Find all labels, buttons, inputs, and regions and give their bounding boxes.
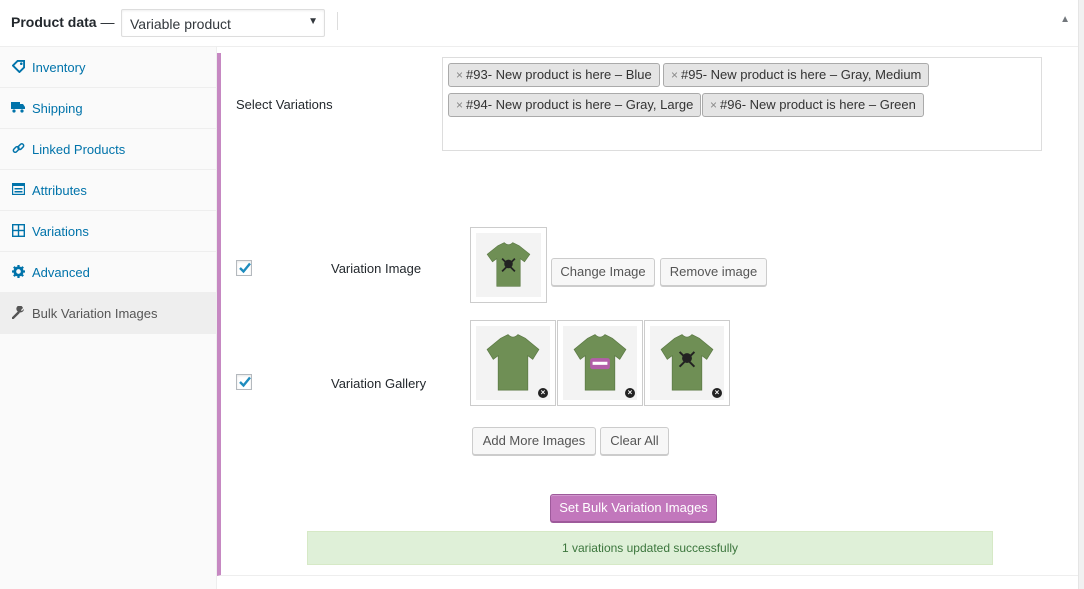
remove-image-button[interactable]: Remove image xyxy=(660,258,767,286)
variation-chip[interactable]: × #94- New product is here – Gray, Large xyxy=(448,93,702,117)
grid-icon xyxy=(11,223,25,237)
product-type-value: Variable product xyxy=(130,16,231,32)
remove-gallery-image-icon[interactable]: × xyxy=(538,388,548,398)
variation-image-preview xyxy=(470,227,547,303)
variations-multiselect[interactable]: × #93- New product is here – Blue × #95- N… xyxy=(442,57,1042,151)
tab-linked-products[interactable]: Linked Products xyxy=(0,129,216,170)
set-bulk-variation-images-button[interactable]: Set Bulk Variation Images xyxy=(550,494,717,522)
tshirt-woo-image: × xyxy=(563,326,637,400)
variation-image-label: Variation Image xyxy=(331,261,422,276)
product-data-tabs: Inventory Shipping Linked Products Attri… xyxy=(0,47,217,589)
chip-remove-icon[interactable]: × xyxy=(456,98,463,112)
variation-chip[interactable]: × #96- New product is here – Green xyxy=(702,93,924,117)
change-image-button[interactable]: Change Image xyxy=(551,258,655,286)
tab-advanced[interactable]: Advanced xyxy=(0,252,216,293)
wrench-icon xyxy=(11,305,25,319)
gallery-image[interactable]: × xyxy=(470,320,556,406)
product-data-title: Product data — xyxy=(11,14,115,30)
tab-variations[interactable]: Variations xyxy=(0,211,216,252)
variation-gallery-checkbox[interactable] xyxy=(236,374,252,390)
variation-gallery-label: Variation Gallery xyxy=(331,376,427,391)
tshirt-skull-image: × xyxy=(650,326,724,400)
variation-chip[interactable]: × #95- New product is here – Gray, Medium xyxy=(663,63,930,87)
tag-icon xyxy=(11,59,25,73)
gallery-image[interactable]: × xyxy=(557,320,643,406)
product-type-select[interactable]: Variable product ▼ xyxy=(121,9,325,37)
clear-all-button[interactable]: Clear All xyxy=(600,427,669,455)
truck-icon xyxy=(11,100,25,114)
tshirt-skull-image xyxy=(476,233,541,297)
gear-icon xyxy=(11,264,25,278)
chevron-down-icon: ▼ xyxy=(308,16,318,27)
add-more-images-button[interactable]: Add More Images xyxy=(472,427,596,455)
remove-gallery-image-icon[interactable]: × xyxy=(625,388,635,398)
bulk-variation-images-panel: Select Variations × #93- New product is h… xyxy=(217,53,1078,576)
chip-remove-icon[interactable]: × xyxy=(456,68,463,82)
variation-image-checkbox[interactable] xyxy=(236,260,252,276)
select-variations-label: Select Variations xyxy=(236,97,333,112)
tab-attributes[interactable]: Attributes xyxy=(0,170,216,211)
gallery-image[interactable]: × xyxy=(644,320,730,406)
link-icon xyxy=(11,141,25,155)
success-notice: 1 variations updated successfully xyxy=(307,531,993,565)
list-icon xyxy=(11,182,25,196)
tab-shipping[interactable]: Shipping xyxy=(0,88,216,129)
remove-gallery-image-icon[interactable]: × xyxy=(712,388,722,398)
header-divider xyxy=(337,12,338,30)
tab-inventory[interactable]: Inventory xyxy=(0,47,216,88)
chip-remove-icon[interactable]: × xyxy=(710,98,717,112)
scrollbar[interactable] xyxy=(1078,0,1084,589)
chip-remove-icon[interactable]: × xyxy=(671,68,678,82)
tshirt-front-image: × xyxy=(476,326,550,400)
tab-bulk-variation-images[interactable]: Bulk Variation Images xyxy=(0,293,216,334)
product-data-header: Product data — Variable product ▼ ▲ xyxy=(0,0,1084,47)
variation-chip[interactable]: × #93- New product is here – Blue xyxy=(448,63,660,87)
collapse-toggle-icon[interactable]: ▲ xyxy=(1060,14,1070,25)
